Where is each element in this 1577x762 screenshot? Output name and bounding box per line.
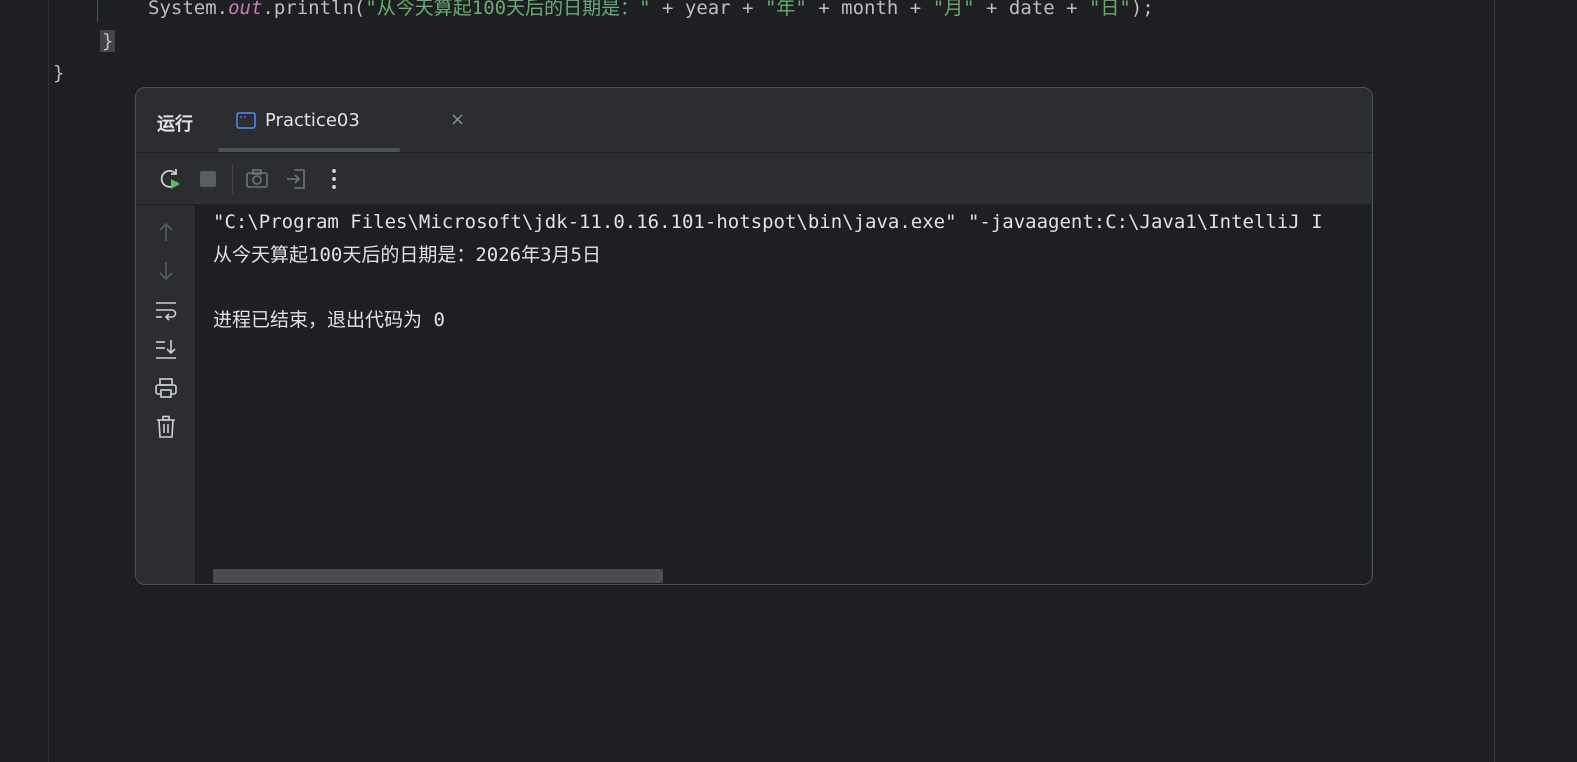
tab-label: Practice03 [265,110,360,131]
arrow-down-icon[interactable] [153,258,179,284]
console-line-output: 从今天算起100天后的日期是：2026年3月5日 [213,244,601,266]
console-line-command: "C:\Program Files\Microsoft\jdk-11.0.16.… [213,211,1323,233]
console-side-toolbar [136,205,194,584]
matched-brace: } [100,30,116,52]
close-icon[interactable]: × [450,110,465,130]
rerun-icon[interactable] [157,166,183,192]
exit-icon[interactable] [283,166,309,192]
run-tool-window: 运行 Practice03 × "C:\Program Files\Micros… [135,87,1373,585]
code-line-class-close-brace[interactable]: } [53,62,64,84]
code-token: + month + [806,0,933,19]
console-line-exit: 进程已结束，退出代码为 0 [213,309,445,331]
run-panel-title: 运行 [157,114,193,135]
console-tab-icon [236,112,256,129]
toolbar-separator [232,164,233,194]
horizontal-scrollbar[interactable] [213,569,663,583]
code-token-string: "年" [764,0,807,19]
code-line-method-close-brace[interactable]: } [100,30,116,52]
code-token-field: out [228,0,263,19]
class-brace: } [53,62,65,84]
scroll-to-end-icon[interactable] [153,336,179,362]
code-token-string: "月" [932,0,975,19]
code-token-string: "日" [1088,0,1131,19]
code-token: + year + [650,0,765,19]
more-icon[interactable] [321,166,347,192]
camera-icon[interactable] [244,166,270,192]
run-toolbar [136,152,1372,205]
trash-icon[interactable] [153,414,179,440]
right-margin-guide [1494,0,1495,762]
code-line-println[interactable]: System.out.println("从今天算起100天后的日期是：" + y… [148,0,1154,19]
indent-guide [97,0,98,22]
code-token-string: "从今天算起100天后的日期是：" [365,0,651,19]
tab-practice03[interactable]: Practice03 × [218,88,465,152]
code-token: + date + [974,0,1089,19]
soft-wrap-icon[interactable] [153,297,179,323]
code-token: ); [1130,0,1154,19]
stop-icon[interactable] [195,166,221,192]
gutter-divider [48,0,49,762]
print-icon[interactable] [153,375,179,401]
arrow-up-icon[interactable] [153,219,179,245]
run-panel-header: 运行 Practice03 × [136,88,1372,153]
code-token: System. [148,0,229,19]
console-output[interactable]: "C:\Program Files\Microsoft\jdk-11.0.16.… [195,205,1371,584]
code-token: .println( [262,0,366,19]
